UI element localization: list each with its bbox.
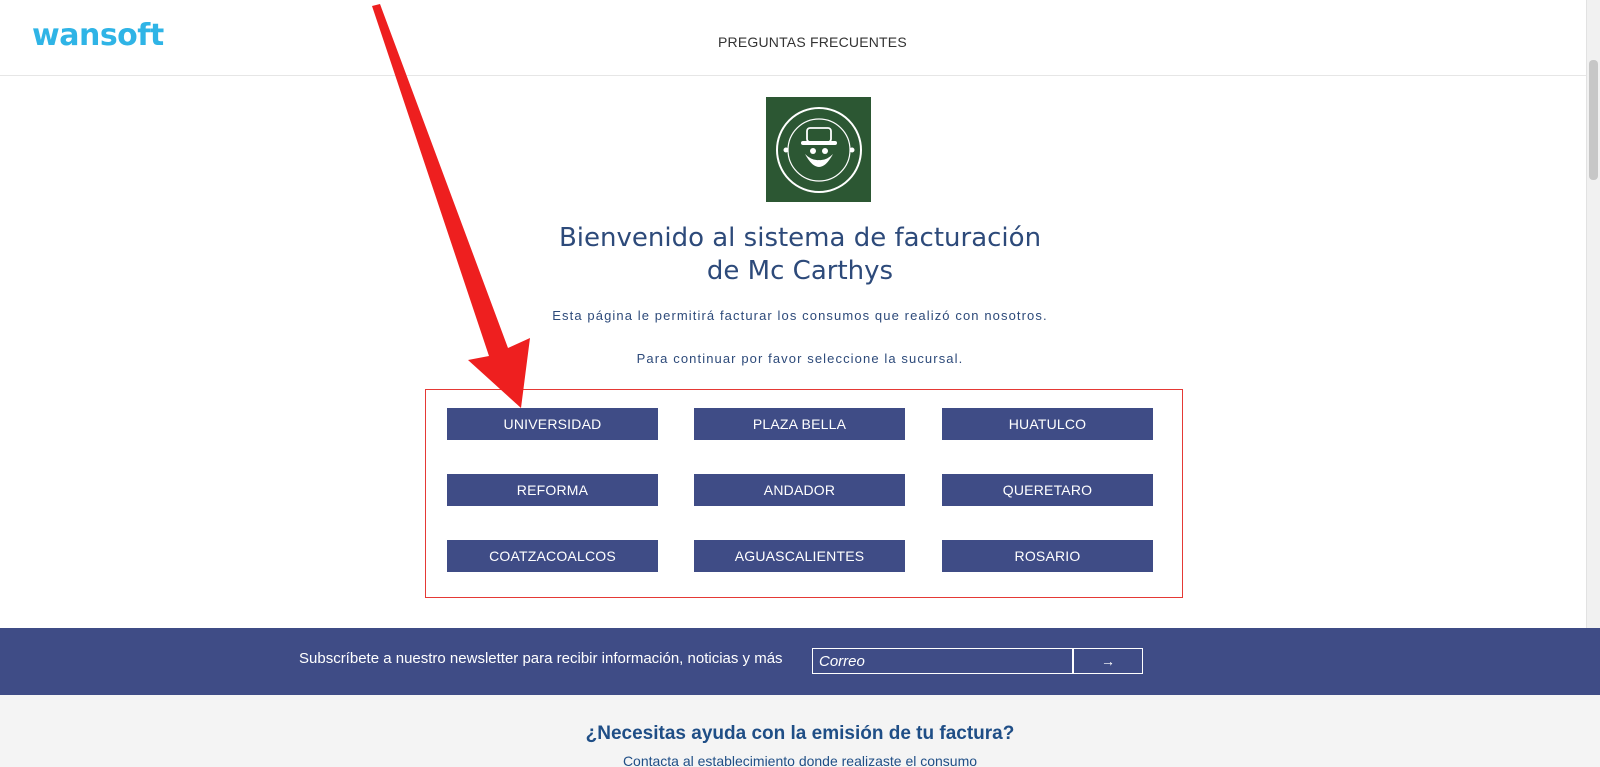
branch-button-andador[interactable]: ANDADOR [694,474,905,506]
welcome-line-2: de Mc Carthys [706,256,894,286]
wansoft-logo[interactable]: wansoft [32,18,164,53]
help-title: ¿Necesitas ayuda con la emisión de tu fa… [585,723,1015,744]
help-subtitle: Contacta al establecimiento donde realiz… [622,753,978,767]
welcome-description: Esta página le permitirá facturar los co… [552,308,1048,323]
scrollbar-thumb[interactable] [1589,60,1598,180]
welcome-line-1: Bienvenido al sistema de facturación [558,223,1042,253]
newsletter-email-input[interactable] [812,648,1073,674]
branch-button-aguascalientes[interactable]: AGUASCALIENTES [694,540,905,572]
branch-button-queretaro[interactable]: QUERETARO [942,474,1153,506]
branch-instruction: Para continuar por favor seleccione la s… [636,351,964,366]
branch-button-plaza-bella[interactable]: PLAZA BELLA [694,408,905,440]
branch-button-universidad[interactable]: UNIVERSIDAD [447,408,658,440]
newsletter-text: Subscríbete a nuestro newsletter para re… [299,650,783,667]
branch-button-reforma[interactable]: REFORMA [447,474,658,506]
page: wansoft PREGUNTAS FRECUENTES Bienvenido … [0,0,1600,767]
newsletter-bar: Subscríbete a nuestro newsletter para re… [0,628,1600,695]
newsletter-submit-button[interactable]: → [1073,648,1143,674]
branch-button-huatulco[interactable]: HUATULCO [942,408,1153,440]
help-section: ¿Necesitas ayuda con la emisión de tu fa… [0,695,1600,767]
welcome-heading: Bienvenido al sistema de facturación de … [0,222,1600,288]
vertical-scrollbar[interactable] [1586,0,1600,700]
branch-button-coatzacoalcos[interactable]: COATZACOALCOS [447,540,658,572]
nav-link-faq[interactable]: PREGUNTAS FRECUENTES [718,34,907,50]
leprechaun-seal-icon [775,106,862,193]
arrow-right-icon: → [1101,653,1115,669]
restaurant-logo [766,97,871,202]
site-header: wansoft PREGUNTAS FRECUENTES [0,0,1600,76]
branch-button-rosario[interactable]: ROSARIO [942,540,1153,572]
